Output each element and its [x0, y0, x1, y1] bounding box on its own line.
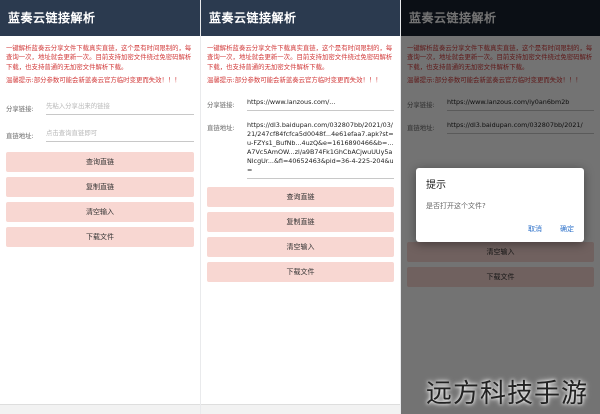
- description-text: 一键解析蓝奏云分享文件下载真实直链，这个是有时间限制的，每查询一次，地址就会更新…: [407, 44, 593, 71]
- warning-text: 温馨提示:部分参数可能会新蓝奏云官方临时变更而失效！！！: [6, 76, 181, 85]
- nav-bar: [0, 404, 200, 414]
- dialog-message: 是否打开这个文件?: [426, 202, 486, 210]
- query-button[interactable]: 查询直链: [207, 186, 394, 207]
- download-button[interactable]: 下载文件: [6, 226, 194, 247]
- copy-button[interactable]: 复制直链: [207, 211, 394, 232]
- share-row: 分享链接: 先粘入分享出来的链接: [0, 102, 200, 115]
- app-title: 蓝奏云链接解析: [0, 0, 200, 36]
- direct-label: 直链地址:: [207, 123, 235, 132]
- direct-row: 直链地址: https://dl3.baidupan.com/032807bb/…: [401, 121, 600, 134]
- direct-input[interactable]: 点击查询直链即可: [46, 129, 194, 142]
- share-input[interactable]: https://www.lanzous.com/iy0an6bm2b: [447, 98, 594, 111]
- direct-label: 直链地址:: [407, 123, 435, 132]
- direct-row: 直链地址: 点击查询直链即可: [0, 129, 200, 142]
- share-input[interactable]: 先粘入分享出来的链接: [46, 102, 194, 115]
- warning-text: 温馨提示:部分参数可能会新蓝奏云官方临时变更而失效！！！: [207, 76, 382, 85]
- confirm-dialog: 提示 是否打开这个文件? 取消 确定: [416, 168, 584, 242]
- dialog-actions: 取消 确定: [528, 224, 574, 234]
- direct-label: 直链地址:: [6, 131, 34, 140]
- dialog-confirm-button[interactable]: 确定: [560, 224, 574, 234]
- nav-bar: [201, 404, 400, 414]
- dialog-cancel-button[interactable]: 取消: [528, 224, 542, 234]
- share-label: 分享链接:: [407, 100, 435, 109]
- share-label: 分享链接:: [207, 100, 235, 109]
- description-text: 一键解析蓝奏云分享文件下载真实直链，这个是有时间限制的，每查询一次，地址就会更新…: [207, 44, 393, 71]
- copy-button[interactable]: 复制直链: [6, 176, 194, 197]
- download-button[interactable]: 下载文件: [407, 266, 594, 287]
- app-title: 蓝奏云链接解析: [401, 0, 600, 36]
- phone-screen-1: 蓝奏云链接解析 一键解析蓝奏云分享文件下载真实直链，这个是有时间限制的，每查询一…: [0, 0, 200, 414]
- direct-row: 直链地址: https://dl3.baidupan.com/032807bb/…: [201, 121, 400, 179]
- dialog-title: 提示: [426, 180, 446, 191]
- query-button[interactable]: 查询直链: [6, 151, 194, 172]
- share-input[interactable]: https://www.lanzous.com/...: [247, 98, 394, 111]
- watermark-text: 远方科技手游: [425, 379, 588, 409]
- phone-screen-2: 蓝奏云链接解析 一键解析蓝奏云分享文件下载真实直链，这个是有时间限制的，每查询一…: [201, 0, 400, 414]
- direct-input[interactable]: https://dl3.baidupan.com/032807bb/2021/0…: [247, 121, 394, 179]
- direct-input[interactable]: https://dl3.baidupan.com/032807bb/2021/: [447, 121, 594, 134]
- clear-button[interactable]: 清空输入: [207, 236, 394, 257]
- share-label: 分享链接:: [6, 104, 34, 113]
- app-title: 蓝奏云链接解析: [201, 0, 400, 36]
- clear-button[interactable]: 清空输入: [407, 241, 594, 262]
- clear-button[interactable]: 清空输入: [6, 201, 194, 222]
- description-text: 一键解析蓝奏云分享文件下载真实直链，这个是有时间限制的，每查询一次，地址就会更新…: [6, 44, 192, 71]
- download-button[interactable]: 下载文件: [207, 261, 394, 282]
- share-row: 分享链接: https://www.lanzous.com/iy0an6bm2b: [401, 98, 600, 111]
- phone-screen-3: 蓝奏云链接解析 一键解析蓝奏云分享文件下载真实直链，这个是有时间限制的，每查询一…: [401, 0, 600, 414]
- share-row: 分享链接: https://www.lanzous.com/...: [201, 98, 400, 111]
- warning-text: 温馨提示:部分参数可能会新蓝奏云官方临时变更而失效！！！: [407, 76, 582, 85]
